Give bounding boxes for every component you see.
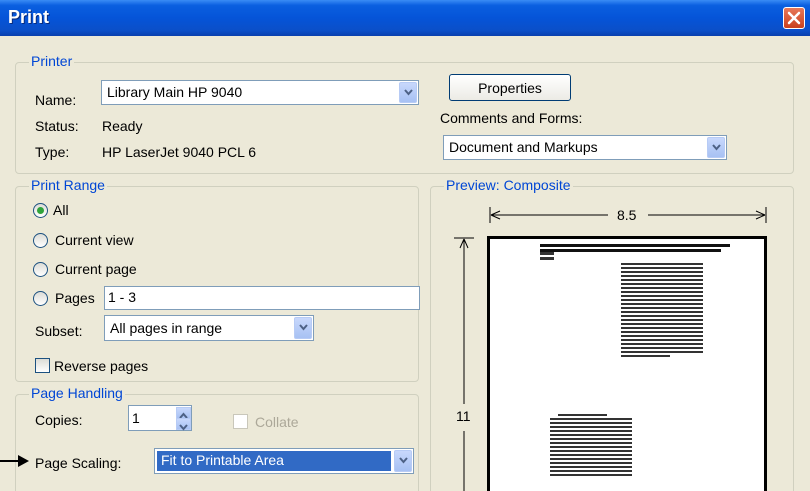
radio-all-label[interactable]: All <box>53 202 69 218</box>
page-handling-legend: Page Handling <box>29 385 125 401</box>
preview-text-column-bottom <box>550 414 632 478</box>
subset-label: Subset: <box>35 323 83 339</box>
comments-forms-select[interactable]: Document and Markups <box>443 135 727 160</box>
print-range-legend: Print Range <box>29 177 107 193</box>
reverse-pages-label[interactable]: Reverse pages <box>54 358 148 374</box>
preview-text-column-top <box>621 263 703 359</box>
radio-pages[interactable] <box>33 291 48 306</box>
copies-input[interactable] <box>132 410 172 426</box>
height-dimension-icon <box>454 237 474 491</box>
spin-down-button[interactable] <box>176 418 191 431</box>
status-value: Ready <box>102 118 143 134</box>
comments-forms-label: Comments and Forms: <box>440 110 583 126</box>
comments-forms-value: Document and Markups <box>449 139 598 155</box>
pages-input-box[interactable] <box>104 286 420 310</box>
page-scaling-value: Fit to Printable Area <box>157 451 391 471</box>
preview-legend: Preview: Composite <box>444 177 573 193</box>
chevron-down-icon[interactable] <box>394 450 412 472</box>
preview-width-label: 8.5 <box>614 207 640 223</box>
window-title: Print <box>8 7 50 27</box>
copies-label: Copies: <box>35 412 83 428</box>
page-scaling-select[interactable]: Fit to Printable Area <box>154 448 414 474</box>
print-dialog: Print Printer Name: Library Main HP 9040… <box>0 0 810 491</box>
printer-legend: Printer <box>29 53 75 69</box>
print-range-group <box>15 186 419 382</box>
page-handling-group <box>15 394 419 491</box>
printer-name-label: Name: <box>35 92 77 108</box>
radio-current-page-label[interactable]: Current page <box>55 261 137 277</box>
close-icon <box>787 11 801 25</box>
chevron-down-icon[interactable] <box>294 317 312 339</box>
type-value: HP LaserJet 9040 PCL 6 <box>102 144 257 160</box>
subset-select[interactable]: All pages in range <box>104 315 314 341</box>
page-scaling-label: Page Scaling: <box>35 455 122 471</box>
collate-label: Collate <box>255 414 299 430</box>
preview-height-label: 11 <box>456 408 471 424</box>
radio-current-page[interactable] <box>33 262 48 277</box>
preview-heading-block <box>540 244 730 254</box>
properties-button-label: Properties <box>478 80 542 96</box>
chevron-down-icon[interactable] <box>399 82 417 103</box>
radio-current-view[interactable] <box>33 233 48 248</box>
close-button[interactable] <box>783 7 805 29</box>
chevron-down-icon <box>179 424 188 431</box>
title-bar[interactable]: Print <box>0 0 810 36</box>
pages-input[interactable] <box>108 289 391 305</box>
page-preview <box>487 236 767 491</box>
pointer-arrow-icon <box>0 455 29 467</box>
copies-stepper[interactable] <box>128 405 192 431</box>
radio-current-view-label[interactable]: Current view <box>55 232 134 248</box>
properties-button[interactable]: Properties <box>449 74 571 101</box>
printer-name-select[interactable]: Library Main HP 9040 <box>101 80 419 105</box>
subset-value: All pages in range <box>110 320 223 336</box>
radio-pages-label[interactable]: Pages <box>55 290 95 306</box>
status-label: Status: <box>35 118 79 134</box>
type-label: Type: <box>35 144 70 160</box>
chevron-down-icon[interactable] <box>707 137 725 158</box>
preview-headline-block <box>540 252 554 262</box>
radio-all[interactable] <box>33 203 48 218</box>
collate-checkbox[interactable] <box>233 414 248 429</box>
reverse-pages-checkbox[interactable] <box>35 358 50 373</box>
printer-name-value: Library Main HP 9040 <box>107 84 243 100</box>
